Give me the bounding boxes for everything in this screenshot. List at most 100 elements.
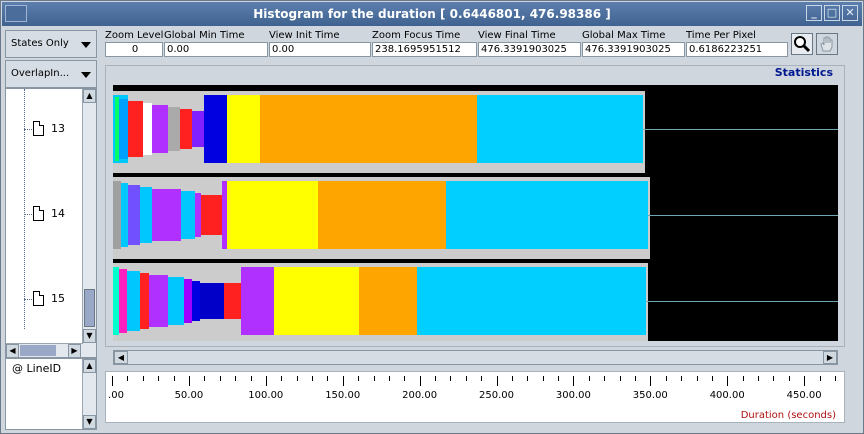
hand-icon[interactable] [816, 33, 838, 55]
tick-label: .00 [108, 390, 124, 401]
duration-bar[interactable] [226, 181, 318, 249]
view-final-time-field: View Final Time 476.3391903025 [478, 29, 581, 59]
duration-bar[interactable] [119, 99, 129, 159]
duration-bar[interactable] [204, 95, 227, 163]
left-panel: States Only OverlapIn... 13 14 15 ▲ ▼ ◀ … [5, 28, 97, 431]
minor-tick [681, 376, 683, 381]
duration-bar[interactable] [416, 267, 647, 335]
duration-bar[interactable] [273, 267, 359, 335]
histogram-window: Histogram for the duration [ 0.6446801, … [0, 0, 864, 434]
scroll-left-icon[interactable]: ◀ [6, 344, 19, 358]
duration-bar[interactable] [181, 191, 195, 239]
zoom-level-value[interactable]: 0 [105, 42, 163, 57]
duration-bar[interactable] [201, 195, 223, 235]
minor-tick [727, 376, 729, 386]
duration-bar[interactable] [126, 271, 141, 331]
duration-bar[interactable] [226, 95, 261, 163]
duration-bar[interactable] [191, 281, 200, 321]
scroll-thumb[interactable] [20, 345, 56, 356]
duration-bar[interactable] [191, 111, 205, 147]
tree-horizontal-scrollbar[interactable]: ◀ ▶ [6, 343, 83, 358]
magnifier-icon[interactable] [791, 33, 813, 55]
duration-bar[interactable] [140, 273, 150, 329]
view-final-time-value[interactable]: 476.3391903025 [478, 42, 581, 57]
minor-tick [604, 376, 606, 381]
scroll-down-icon[interactable]: ▼ [83, 415, 96, 429]
window-menu-icon[interactable] [5, 5, 27, 22]
histogram-canvas[interactable] [113, 85, 838, 341]
minor-tick [435, 376, 436, 381]
global-max-time-value[interactable]: 476.3391903025 [582, 42, 685, 57]
overlap-combo[interactable]: OverlapIn... [5, 60, 97, 88]
duration-bar[interactable] [260, 95, 478, 163]
minor-tick [419, 376, 421, 386]
view-init-time-label: View Init Time [269, 30, 340, 41]
scroll-thumb[interactable] [84, 289, 95, 327]
time-per-pixel-value[interactable]: 0.6186223251 [686, 42, 788, 57]
scroll-right-icon[interactable]: ▶ [68, 344, 81, 358]
duration-bar[interactable] [318, 181, 446, 249]
minor-tick [804, 376, 806, 386]
minimize-icon[interactable]: _ [806, 5, 822, 21]
global-min-time-value[interactable]: 0.00 [164, 42, 268, 57]
duration-bar[interactable] [184, 279, 192, 323]
duration-bar[interactable] [119, 269, 127, 333]
minor-tick [665, 376, 667, 381]
duration-bar[interactable] [120, 183, 129, 247]
duration-bar[interactable] [143, 103, 153, 155]
duration-bar[interactable] [113, 181, 121, 249]
duration-bar[interactable] [179, 109, 192, 149]
minor-tick [250, 376, 252, 381]
global-max-time-field: Global Max Time 476.3391903025 [582, 29, 685, 59]
duration-bar[interactable] [128, 185, 141, 245]
maximize-icon[interactable]: □ [824, 5, 840, 21]
duration-bar[interactable] [223, 283, 241, 319]
tree-item[interactable]: 14 [24, 206, 80, 224]
global-min-time-field: Global Min Time 0.00 [164, 29, 268, 59]
minor-tick [758, 376, 759, 381]
zoom-focus-time-value[interactable]: 238.1695951512 [372, 42, 477, 57]
duration-bar[interactable] [199, 283, 224, 319]
minor-tick [788, 376, 790, 381]
tick-label: 50.00 [174, 390, 204, 401]
tree-vertical-scrollbar[interactable]: ▲ ▼ [82, 89, 96, 357]
tree-item[interactable]: 15 [24, 291, 80, 309]
global-max-time-label: Global Max Time [582, 30, 666, 41]
states-only-combo[interactable]: States Only [5, 30, 97, 58]
scroll-up-icon[interactable]: ▲ [83, 359, 96, 373]
duration-bar[interactable] [140, 187, 153, 243]
view-init-time-value[interactable]: 0.00 [269, 42, 371, 57]
right-edge-strip [849, 29, 861, 429]
document-icon [33, 291, 44, 306]
minor-tick [281, 376, 283, 381]
duration-bar[interactable] [149, 275, 168, 327]
minor-tick [127, 376, 129, 381]
duration-bar[interactable] [359, 267, 417, 335]
minor-tick [650, 376, 652, 386]
duration-bar[interactable] [477, 95, 643, 163]
line-id-scrollbar[interactable]: ▲ ▼ [82, 359, 96, 429]
scroll-up-icon[interactable]: ▲ [83, 89, 96, 103]
chevron-down-icon[interactable] [81, 72, 91, 78]
row-baseline [643, 129, 838, 130]
duration-bar[interactable] [167, 107, 180, 151]
minor-tick [404, 376, 406, 381]
duration-bar[interactable] [445, 181, 648, 249]
duration-bar[interactable] [152, 105, 168, 153]
title-bar[interactable]: Histogram for the duration [ 0.6446801, … [2, 2, 862, 26]
minor-tick [588, 376, 590, 381]
scroll-right-icon[interactable]: ▶ [823, 351, 837, 364]
duration-bar[interactable] [167, 277, 185, 325]
tree-item[interactable]: 13 [24, 121, 80, 139]
minor-tick [142, 376, 144, 381]
scroll-left-icon[interactable]: ◀ [114, 351, 128, 364]
duration-bar[interactable] [152, 189, 182, 241]
scroll-down-icon[interactable]: ▼ [83, 329, 96, 343]
zoom-focus-time-label: Zoom Focus Time [372, 30, 461, 41]
row-baseline [643, 215, 838, 216]
duration-bar[interactable] [240, 267, 274, 335]
chevron-down-icon[interactable] [81, 42, 91, 48]
close-icon[interactable]: ✕ [842, 5, 858, 21]
duration-bar[interactable] [128, 101, 144, 157]
canvas-horizontal-scrollbar[interactable]: ◀ ▶ [113, 350, 838, 365]
